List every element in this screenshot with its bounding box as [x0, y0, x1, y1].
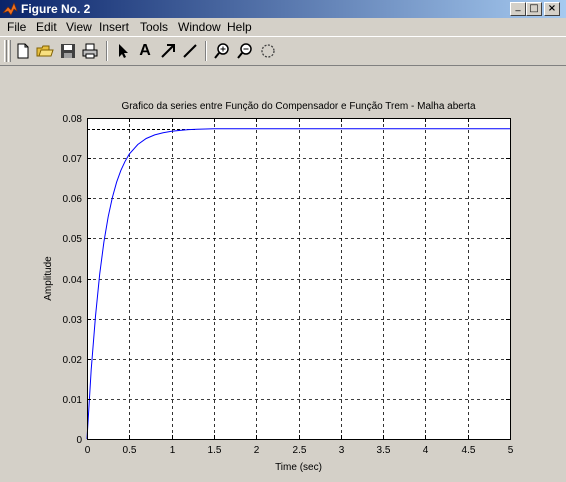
x-tick-label: 2.5: [293, 445, 307, 456]
y-tick-label: 0.06: [63, 194, 83, 205]
toolbar-separator: [205, 41, 207, 61]
menu-tools[interactable]: Tools: [140, 20, 168, 34]
y-tick-label: 0.01: [63, 395, 83, 406]
insert-arrow-icon: [161, 44, 175, 58]
axes-background: [87, 118, 510, 439]
menu-help[interactable]: Help: [227, 20, 252, 34]
zoom-in-icon: [214, 43, 229, 59]
open-button[interactable]: [36, 42, 54, 60]
y-tick-label: 0.03: [63, 315, 83, 326]
select-arrow-icon: [119, 44, 128, 58]
rotate-icon: [261, 44, 275, 58]
close-icon: ×: [547, 3, 557, 14]
figure-canvas: 0 0.5 1 1.5 2 2.5 3 3.5 4 4.5 5 0 0.01 0.02 0.03 0.04 0.…: [0, 67, 566, 482]
print-icon: [82, 43, 98, 59]
x-tick-label: 2: [254, 445, 260, 456]
toolbar-grip[interactable]: [8, 40, 11, 62]
save-icon: [61, 44, 75, 58]
window-title: Figure No. 2: [21, 2, 91, 16]
y-axis-label: Amplitude: [43, 256, 54, 301]
insert-line-icon: [183, 44, 197, 58]
y-tick-label: 0: [76, 435, 82, 446]
maximize-icon: □: [529, 3, 539, 14]
insert-line-button[interactable]: [181, 42, 199, 60]
y-tick-label: 0.04: [63, 275, 83, 286]
zoom-out-button[interactable]: [236, 42, 254, 60]
y-tick-label: 0.05: [63, 234, 83, 245]
x-tick-label: 0.5: [123, 445, 137, 456]
x-tick-label: 4: [423, 445, 429, 456]
minimize-button[interactable]: _: [510, 2, 526, 16]
y-tick-label: 0.08: [63, 114, 83, 125]
x-tick-label: 3.5: [377, 445, 391, 456]
step-response-plot: 0 0.5 1 1.5 2 2.5 3 3.5 4 4.5 5 0 0.01 0.02 0.03 0.04 0.…: [43, 101, 514, 473]
chart-title: Grafico da series entre Função do Compen…: [121, 101, 476, 112]
insert-arrow-button[interactable]: [159, 42, 177, 60]
x-tick-label: 3: [339, 445, 345, 456]
select-button[interactable]: [114, 42, 132, 60]
x-tick-label: 1.5: [208, 445, 222, 456]
zoom-out-icon: [237, 43, 252, 59]
toolbar-separator: [106, 41, 108, 61]
insert-text-icon: A: [139, 42, 151, 59]
maximize-button[interactable]: □: [526, 2, 542, 16]
menu-insert[interactable]: Insert: [99, 20, 129, 34]
window-titlebar: Figure No. 2 _ □ ×: [0, 0, 566, 18]
toolbar: A: [0, 36, 566, 66]
x-tick-label: 1: [170, 445, 176, 456]
y-tick-label: 0.07: [63, 154, 83, 165]
open-folder-icon: [36, 45, 54, 57]
toolbar-grip[interactable]: [4, 40, 7, 62]
menu-edit[interactable]: Edit: [36, 20, 57, 34]
menu-bar: File Edit View Insert Tools Window Help: [0, 18, 566, 36]
x-tick-label: 4.5: [462, 445, 476, 456]
zoom-in-button[interactable]: [213, 42, 231, 60]
x-tick-label: 5: [508, 445, 514, 456]
matlab-logo-icon: [2, 1, 18, 17]
menu-window[interactable]: Window: [178, 20, 221, 34]
menu-view[interactable]: View: [66, 20, 92, 34]
close-button[interactable]: ×: [544, 2, 560, 16]
x-tick-label: 0: [85, 445, 91, 456]
new-file-icon: [17, 43, 29, 59]
new-file-button[interactable]: [14, 42, 32, 60]
insert-text-button[interactable]: A: [136, 42, 154, 60]
y-tick-label: 0.02: [63, 355, 83, 366]
save-button[interactable]: [59, 42, 77, 60]
x-axis-label: Time (sec): [275, 462, 322, 473]
menu-file[interactable]: File: [7, 20, 26, 34]
minimize-icon: _: [515, 1, 521, 12]
rotate-button[interactable]: [259, 42, 277, 60]
print-button[interactable]: [81, 42, 99, 60]
